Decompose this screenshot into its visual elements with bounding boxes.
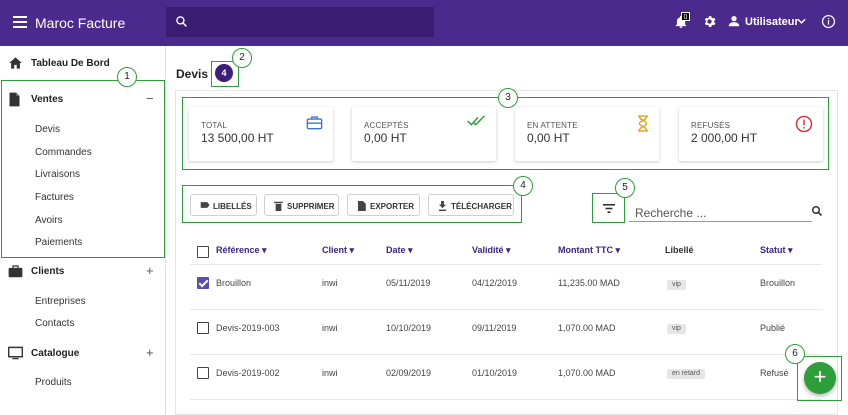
sidebar-item-produits[interactable]: Produits: [35, 377, 72, 388]
annotation-marker-2: 2: [232, 48, 252, 68]
label-tag: en retard: [667, 369, 706, 379]
chevron-down-icon[interactable]: [797, 18, 806, 25]
cell-status: Publié: [760, 323, 786, 333]
cell-validity: 04/12/2019: [472, 278, 518, 288]
search-icon: [176, 16, 187, 27]
page-title: Devis: [176, 67, 209, 81]
sidebar-section-label: Catalogue: [31, 348, 80, 359]
annotation-marker-6: 6: [785, 344, 805, 364]
hamburger-menu-icon[interactable]: [13, 16, 27, 28]
cell-amount: 1,070.00 MAD: [558, 368, 616, 378]
column-header-label: Libellé: [665, 245, 694, 255]
app-title: Maroc Facture: [35, 15, 126, 31]
monitor-icon: [8, 346, 23, 360]
sidebar-item-contacts[interactable]: Contacts: [35, 318, 74, 329]
annotation-box-5: [592, 193, 625, 223]
column-header-validity[interactable]: Validité ▾: [472, 245, 511, 256]
row-checkbox[interactable]: [197, 277, 209, 289]
sidebar-item-label: Tableau De Bord: [31, 58, 110, 69]
user-avatar-icon[interactable]: [727, 14, 741, 28]
cell-date: 02/09/2019: [386, 368, 432, 378]
divider: [190, 264, 822, 265]
annotation-box-6: [797, 356, 842, 401]
app-root: { "app": { "title": "Maroc Facture" }, "…: [0, 0, 848, 415]
cell-status: Refusé: [760, 368, 789, 378]
annotation-marker-1: 1: [117, 67, 137, 87]
search-input[interactable]: Recherche ...: [629, 200, 812, 222]
notification-count-badge: 0: [681, 12, 690, 21]
cell-validity: 09/11/2019: [472, 323, 517, 333]
cell-validity: 01/10/2019: [472, 368, 518, 378]
sidebar-item-entreprises[interactable]: Entreprises: [35, 296, 86, 307]
cell-reference[interactable]: Brouillon: [216, 278, 251, 288]
search-icon[interactable]: [811, 205, 823, 217]
home-icon: [9, 57, 22, 69]
cell-reference[interactable]: Devis-2019-002: [216, 368, 280, 378]
info-icon[interactable]: [821, 14, 836, 29]
cell-client: inwi: [322, 278, 338, 288]
column-header-status[interactable]: Statut ▾: [760, 245, 793, 256]
column-header-date[interactable]: Date ▾: [386, 245, 413, 256]
row-checkbox[interactable]: [197, 322, 209, 334]
annotation-marker-4: 4: [513, 176, 533, 196]
cell-amount: 11,235.00 MAD: [558, 278, 620, 288]
annotation-marker-3: 3: [498, 88, 518, 108]
cell-client: inwi: [322, 368, 338, 378]
briefcase-icon: [8, 265, 23, 278]
username-label[interactable]: Utilisateur: [745, 16, 799, 28]
expand-toggle[interactable]: +: [146, 263, 154, 278]
settings-gear-icon[interactable]: [702, 14, 717, 29]
column-header-amount[interactable]: Montant TTC ▾: [558, 245, 620, 256]
cell-reference[interactable]: Devis-2019-003: [216, 323, 280, 333]
row-checkbox[interactable]: [197, 367, 209, 379]
annotation-box-1: [1, 80, 165, 258]
annotation-box-3: [182, 97, 829, 170]
column-header-reference[interactable]: Référence ▾: [216, 245, 267, 256]
cell-date: 10/10/2019: [386, 323, 432, 333]
column-header-client[interactable]: Client ▾: [322, 245, 354, 256]
sidebar-section-label: Clients: [31, 266, 65, 277]
divider: [190, 309, 822, 310]
label-tag: vip: [667, 324, 686, 334]
cell-date: 05/11/2019: [386, 278, 431, 288]
cell-client: inwi: [322, 323, 338, 333]
cell-status: Brouillon: [760, 278, 796, 288]
annotation-box-4: [182, 185, 522, 223]
top-app-bar: Maroc Facture 0 Utilisateur: [0, 0, 848, 46]
label-tag: vip: [667, 280, 686, 290]
global-search-input[interactable]: [166, 7, 434, 37]
sidebar-section-catalogue[interactable]: Catalogue +: [0, 343, 165, 365]
cell-amount: 1,070.00 MAD: [558, 323, 616, 333]
divider: [190, 399, 822, 400]
annotation-marker-5: 5: [615, 178, 635, 198]
sidebar-item-dashboard[interactable]: Tableau De Bord: [0, 53, 165, 75]
divider: [190, 354, 822, 355]
select-all-checkbox[interactable]: [197, 246, 209, 258]
sidebar-section-clients[interactable]: Clients +: [0, 261, 165, 283]
expand-toggle[interactable]: +: [146, 345, 154, 360]
